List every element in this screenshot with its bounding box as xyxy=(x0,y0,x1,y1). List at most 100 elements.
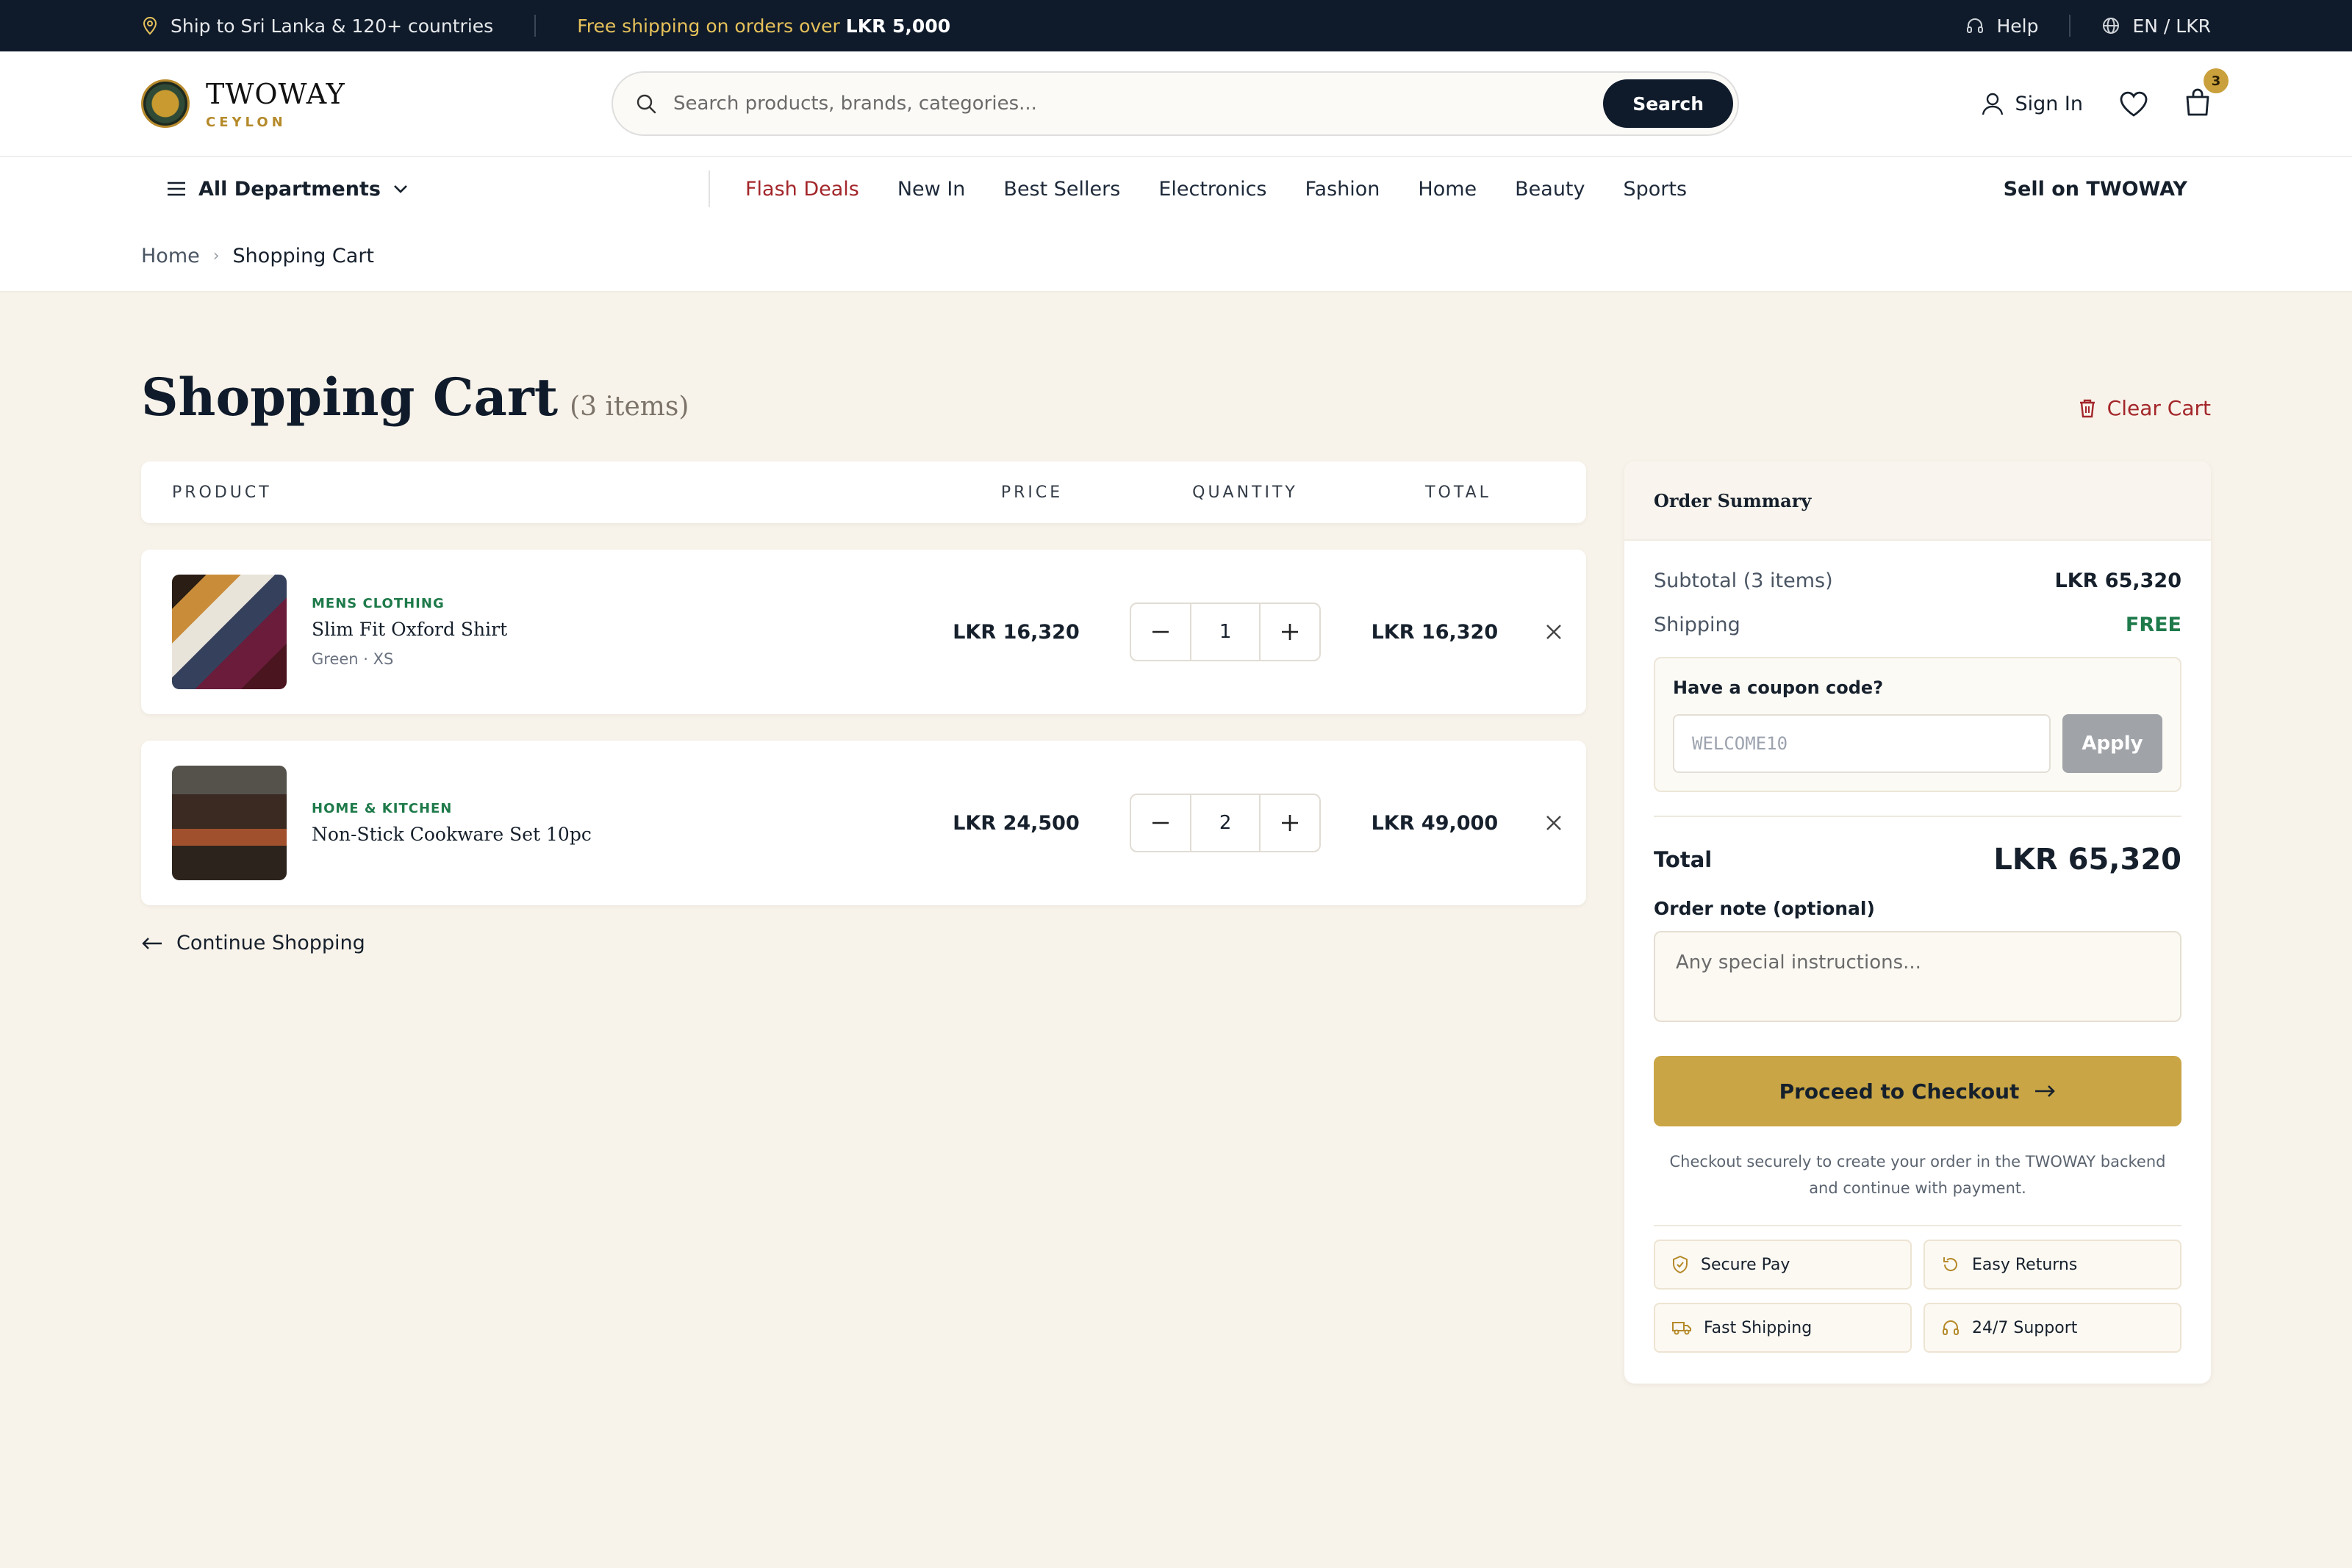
minus-icon xyxy=(1152,821,1169,824)
cart-item: MENS CLOTHING Slim Fit Oxford Shirt Gree… xyxy=(141,550,1586,714)
nav-link-home[interactable]: Home xyxy=(1418,178,1477,201)
nav-link-fashion[interactable]: Fashion xyxy=(1305,178,1380,201)
chevron-right-icon: › xyxy=(212,246,220,265)
coupon-title: Have a coupon code? xyxy=(1673,677,1884,698)
quantity-value[interactable]: 1 xyxy=(1190,604,1261,660)
cart-button[interactable]: 3 xyxy=(2184,68,2229,120)
minus-icon xyxy=(1152,630,1169,633)
coupon-box: Have a coupon code? WELCOME10 Apply xyxy=(1654,657,2181,792)
logo-text: TWOWAY CEYLON xyxy=(206,78,345,130)
header-actions: Sign In 3 xyxy=(1981,68,2229,120)
logo-emblem-icon xyxy=(141,79,190,128)
cart-page: Shopping Cart (3 items) Clear Cart PRODU… xyxy=(0,292,2352,1384)
coupon-code-input[interactable]: WELCOME10 xyxy=(1673,714,2051,773)
quantity-stepper: 1 xyxy=(1130,603,1322,661)
trash-icon xyxy=(2078,398,2097,419)
checkout-label: Proceed to Checkout xyxy=(1779,1079,2020,1104)
wishlist-heart-icon[interactable] xyxy=(2118,90,2149,118)
header-total: TOTAL xyxy=(1425,483,1491,502)
nav-link-flash-deals[interactable]: Flash Deals xyxy=(745,178,859,201)
nav-link-new-in[interactable]: New In xyxy=(897,178,966,201)
nav-divider xyxy=(709,170,710,207)
order-note-field[interactable]: Any special instructions... xyxy=(1654,931,2181,1022)
close-icon xyxy=(1546,816,1561,830)
breadcrumb-current: Shopping Cart xyxy=(232,244,375,267)
cart-item: HOME & KITCHEN Non-Stick Cookware Set 10… xyxy=(141,741,1586,905)
item-total: LKR 49,000 xyxy=(1371,811,1499,835)
continue-shopping-link[interactable]: Continue Shopping xyxy=(141,932,1586,954)
order-note-label: Order note (optional) xyxy=(1654,898,1875,919)
apply-coupon-button[interactable]: Apply xyxy=(2062,714,2162,773)
coupon-row: WELCOME10 Apply xyxy=(1673,714,2162,773)
plus-icon xyxy=(1282,624,1299,640)
quantity-cell: 2 xyxy=(1102,794,1348,852)
breadcrumb-home[interactable]: Home xyxy=(141,245,200,267)
item-name[interactable]: Non-Stick Cookware Set 10pc xyxy=(312,824,592,845)
help-link[interactable]: Help xyxy=(1996,15,2038,37)
proceed-to-checkout-button[interactable]: Proceed to Checkout xyxy=(1654,1056,2181,1126)
subtotal-row: Subtotal (3 items) LKR 65,320 xyxy=(1654,558,2181,603)
location-pin-icon xyxy=(141,16,159,35)
brand-subtitle: CEYLON xyxy=(206,114,287,130)
arrow-left-icon xyxy=(141,936,163,951)
cart-items-column: PRODUCT PRICE QUANTITY TOTAL MENS CLOTHI… xyxy=(141,461,1586,954)
ship-info: Ship to Sri Lanka & 120+ countries Free … xyxy=(141,15,950,37)
sign-in-button[interactable]: Sign In xyxy=(1981,91,2083,116)
all-departments-label: All Departments xyxy=(198,177,381,201)
item-price: LKR 16,320 xyxy=(953,620,1080,644)
cart-layout: PRODUCT PRICE QUANTITY TOTAL MENS CLOTHI… xyxy=(141,461,2211,1384)
subtotal-label: Subtotal (3 items) xyxy=(1654,569,1833,592)
checkout-secure-note: Checkout securely to create your order i… xyxy=(1669,1153,2166,1197)
topbar-divider xyxy=(534,15,537,37)
total-value: LKR 65,320 xyxy=(1993,843,2181,877)
header-quantity: QUANTITY xyxy=(1192,483,1298,502)
subtotal-value: LKR 65,320 xyxy=(2054,569,2181,592)
item-info: MENS CLOTHING Slim Fit Oxford Shirt Gree… xyxy=(172,575,930,689)
increase-quantity-button[interactable] xyxy=(1261,795,1319,851)
nav-links: Flash Deals New In Best Sellers Electron… xyxy=(745,178,1687,201)
decrease-quantity-button[interactable] xyxy=(1131,795,1190,851)
total-label: Total xyxy=(1654,847,1713,872)
product-thumbnail[interactable] xyxy=(172,575,287,689)
ship-text: Ship to Sri Lanka & 120+ countries xyxy=(171,15,494,37)
product-thumbnail[interactable] xyxy=(172,766,287,880)
decrease-quantity-button[interactable] xyxy=(1131,604,1190,660)
remove-item-button[interactable] xyxy=(1521,623,1586,641)
badge-label: 24/7 Support xyxy=(1972,1318,2078,1337)
site-logo[interactable]: TWOWAY CEYLON xyxy=(141,78,612,130)
truck-icon xyxy=(1671,1320,1692,1336)
nav-link-best-sellers[interactable]: Best Sellers xyxy=(1003,178,1120,201)
chevron-down-icon xyxy=(392,184,409,194)
search-button[interactable]: Search xyxy=(1603,79,1733,128)
nav-link-sports[interactable]: Sports xyxy=(1624,178,1688,201)
badge-label: Fast Shipping xyxy=(1704,1318,1813,1337)
nav-link-electronics[interactable]: Electronics xyxy=(1158,178,1266,201)
item-details: MENS CLOTHING Slim Fit Oxford Shirt Gree… xyxy=(312,596,507,668)
badge-fast-shipping: Fast Shipping xyxy=(1654,1303,1912,1353)
cart-count-badge: 3 xyxy=(2204,68,2229,93)
promo-amount: LKR 5,000 xyxy=(845,15,951,37)
all-departments-dropdown[interactable]: All Departments xyxy=(141,178,709,201)
item-name[interactable]: Slim Fit Oxford Shirt xyxy=(312,619,507,640)
topbar-divider xyxy=(2069,15,2071,37)
headphones-icon xyxy=(1965,16,1984,35)
topbar-right: Help EN / LKR xyxy=(1965,15,2211,37)
user-icon xyxy=(1981,91,2004,116)
sell-on-twoway-link[interactable]: Sell on TWOWAY xyxy=(2004,178,2187,201)
quantity-value[interactable]: 2 xyxy=(1190,795,1261,851)
search-input[interactable]: Search products, brands, categories... xyxy=(673,93,1603,115)
header-price: PRICE xyxy=(1000,483,1064,502)
remove-item-button[interactable] xyxy=(1521,814,1586,832)
increase-quantity-button[interactable] xyxy=(1261,604,1319,660)
arrow-right-icon xyxy=(2034,1084,2056,1098)
shipping-value: FREE xyxy=(2125,613,2181,636)
plus-icon xyxy=(1282,815,1299,831)
locale-selector[interactable]: EN / LKR xyxy=(2132,15,2211,37)
clear-cart-button[interactable]: Clear Cart xyxy=(2078,396,2211,420)
order-summary-panel: Order Summary Subtotal (3 items) LKR 65,… xyxy=(1624,461,2211,1384)
search-icon xyxy=(635,93,657,115)
main-navigation: All Departments Flash Deals New In Best … xyxy=(0,157,2352,220)
nav-link-beauty[interactable]: Beauty xyxy=(1515,178,1585,201)
summary-divider xyxy=(1654,816,2181,817)
shield-icon xyxy=(1671,1255,1689,1274)
